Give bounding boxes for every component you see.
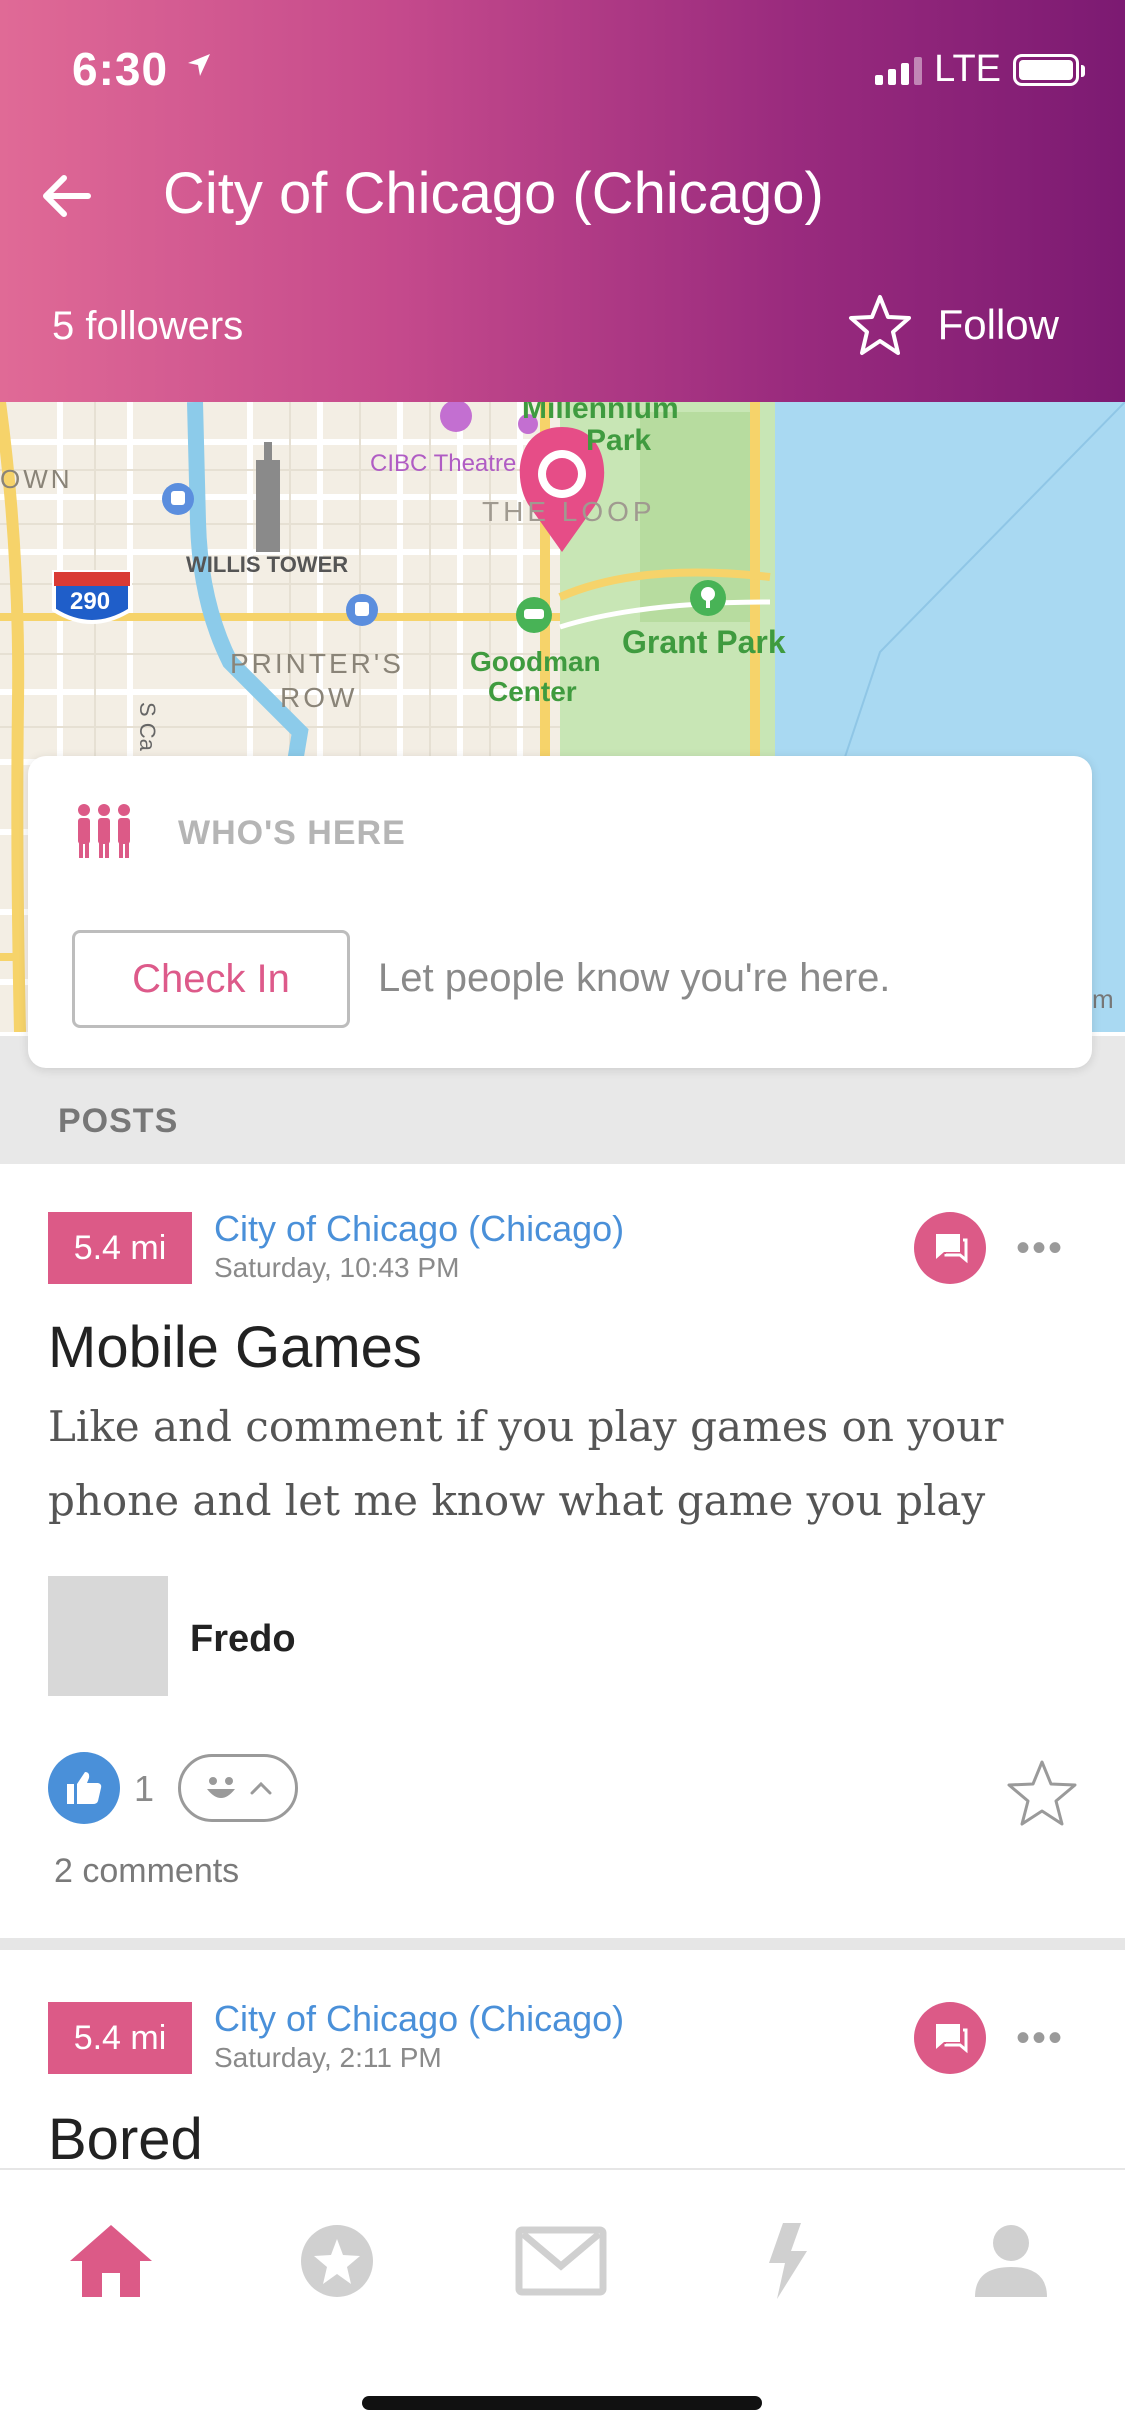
distance-badge: 5.4 mi: [48, 1212, 192, 1284]
thumbs-up-icon: [67, 1772, 102, 1804]
map-label-row: ROW: [280, 682, 358, 713]
map-label-own: OWN: [0, 464, 73, 494]
distance-badge: 5.4 mi: [48, 2002, 192, 2074]
more-options-button[interactable]: •••: [1016, 1226, 1064, 1271]
post-title: Bored: [48, 2107, 203, 2172]
battery-icon: [1013, 53, 1085, 86]
map-label-millennium: Millennium: [522, 402, 679, 425]
post-card[interactable]: 5.4 mi City of Chicago (Chicago) Saturda…: [0, 1950, 1125, 2172]
chat-icon: [936, 2024, 968, 2054]
post-title: Mobile Games: [48, 1315, 422, 1380]
star-icon: [301, 2225, 373, 2297]
mail-icon: [515, 2226, 607, 2296]
map-label-printers: PRINTER'S: [230, 648, 404, 679]
post-divider: [0, 1938, 1125, 1950]
follow-button[interactable]: Follow: [848, 294, 1059, 356]
post-place-link[interactable]: City of Chicago (Chicago): [214, 1208, 624, 1250]
map-label-290: 290: [70, 588, 111, 615]
post-place-link[interactable]: City of Chicago (Chicago): [214, 1998, 624, 2040]
map-label-edge: m: [1092, 984, 1114, 1014]
chat-button[interactable]: [914, 2002, 986, 2074]
people-icon: [78, 804, 130, 858]
tab-messages[interactable]: [506, 2216, 616, 2306]
post-timestamp: Saturday, 10:43 PM: [214, 1252, 460, 1283]
map-label-park: Park: [586, 424, 652, 457]
home-indicator[interactable]: [362, 2396, 762, 2410]
location-arrow-icon: [188, 54, 210, 76]
chat-button[interactable]: [914, 1212, 986, 1284]
star-outline-icon: [848, 295, 911, 355]
tab-favorites[interactable]: [282, 2216, 392, 2306]
page-title: City of Chicago (Chicago): [163, 161, 824, 226]
post-body: Like and comment if you play games on yo…: [48, 1402, 1004, 1525]
status-time: 6:30: [72, 43, 169, 95]
map-label-street: S Ca: [135, 702, 160, 751]
tab-profile[interactable]: [956, 2216, 1066, 2306]
map-label-cibc: CIBC Theatre: [370, 450, 517, 477]
more-options-button[interactable]: •••: [1016, 2016, 1064, 2061]
posts-section-label: POSTS: [58, 1102, 179, 1140]
author-name[interactable]: Fredo: [190, 1618, 296, 1661]
follow-label: Follow: [937, 301, 1059, 348]
post-card[interactable]: 5.4 mi City of Chicago (Chicago) Saturda…: [0, 1164, 1125, 1940]
check-in-button[interactable]: Check In: [72, 930, 350, 1028]
map-label-grant-park: Grant Park: [622, 624, 786, 660]
status-indicators: LTE: [875, 48, 1085, 91]
comments-link[interactable]: 2 comments: [54, 1852, 239, 1891]
map-label-center: Center: [488, 676, 577, 707]
whos-here-label: WHO'S HERE: [178, 814, 406, 852]
bolt-icon: [769, 2223, 807, 2299]
back-arrow-icon[interactable]: [36, 166, 96, 226]
author-avatar[interactable]: [48, 1576, 168, 1696]
chevron-up-icon: [250, 1781, 272, 1795]
like-count: 1: [134, 1768, 155, 1809]
followers-count[interactable]: 5 followers: [52, 304, 243, 349]
signal-icon: [875, 55, 923, 85]
network-label: LTE: [934, 48, 1001, 90]
app-header: 6:30 LTE City of Chicago (Chicago) 5 fol…: [0, 0, 1125, 402]
post-timestamp: Saturday, 2:11 PM: [214, 2042, 442, 2073]
tab-home[interactable]: [56, 2216, 166, 2306]
like-button[interactable]: [48, 1752, 120, 1824]
reaction-button[interactable]: [178, 1754, 298, 1822]
tab-activity[interactable]: [732, 2216, 842, 2306]
smiley-icon: [207, 1777, 235, 1798]
favorite-star-icon[interactable]: [1006, 1758, 1078, 1828]
map-label-willis: WILLIS TOWER: [186, 552, 349, 577]
profile-icon: [975, 2225, 1047, 2297]
chat-icon: [936, 1234, 968, 1264]
home-icon: [70, 2225, 152, 2297]
map-label-goodman: Goodman: [470, 646, 601, 677]
whos-here-card: WHO'S HERE Check In Let people know you'…: [28, 756, 1092, 1068]
check-in-hint: Let people know you're here.: [378, 956, 891, 1000]
map-label-loop: THE LOOP: [482, 496, 656, 527]
